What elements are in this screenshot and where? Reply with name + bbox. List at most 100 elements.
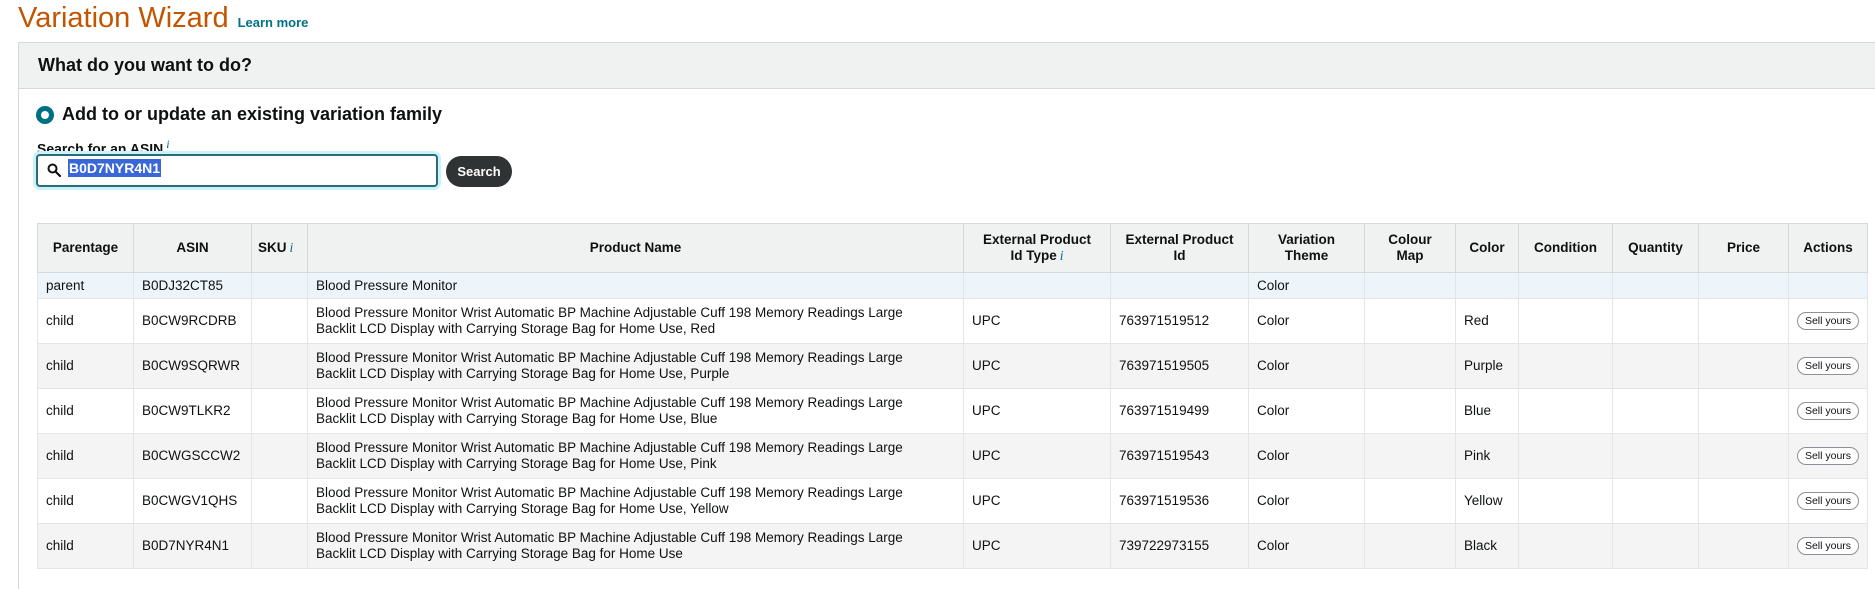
cell-colour-map	[1364, 478, 1456, 524]
cell-asin: B0CW9RCDRB	[133, 298, 252, 344]
cell-condition	[1518, 433, 1613, 479]
cell-external-id-type: UPC	[963, 298, 1111, 344]
cell-external-id-type: UPC	[963, 433, 1111, 479]
cell-external-id: 763971519512	[1110, 298, 1249, 344]
search-button[interactable]: Search	[446, 156, 512, 187]
cell-product-name-line2: Backlit LCD Display with Carrying Storag…	[316, 411, 718, 426]
cell-actions: Sell yours	[1788, 343, 1868, 389]
cell-external-id: 763971519505	[1110, 343, 1249, 389]
cell-product-name-line1: Blood Pressure Monitor Wrist Automatic B…	[316, 395, 903, 410]
cell-color: Blue	[1455, 388, 1519, 434]
cell-product-name-line1: Blood Pressure Monitor Wrist Automatic B…	[316, 440, 903, 455]
sell-yours-button[interactable]: Sell yours	[1796, 357, 1860, 375]
cell-price	[1698, 433, 1789, 479]
cell-external-id: 763971519536	[1110, 478, 1249, 524]
cell-actions: Sell yours	[1788, 478, 1868, 524]
col-sku-label: SKU	[258, 240, 287, 255]
cell-parentage: parent	[37, 272, 134, 299]
cell-asin: B0CWGV1QHS	[133, 478, 252, 524]
cell-external-id: 763971519543	[1110, 433, 1249, 479]
col-ext-type-line1: External Product	[982, 232, 1092, 247]
table-header-row: Parentage ASIN SKU i Product Name Externa…	[37, 223, 1868, 273]
cell-asin: B0CW9TLKR2	[133, 388, 252, 434]
cell-product-name-line2: Backlit LCD Display with Carrying Storag…	[316, 321, 716, 336]
add-update-variation-label[interactable]: Add to or update an existing variation f…	[62, 104, 442, 125]
col-colour-map: Colour Map	[1364, 223, 1456, 273]
add-update-variation-radio[interactable]	[36, 106, 54, 124]
sell-yours-button[interactable]: Sell yours	[1796, 402, 1860, 420]
cell-colour-map	[1364, 523, 1456, 569]
sell-yours-button[interactable]: Sell yours	[1796, 312, 1860, 330]
cell-product-name-line1: Blood Pressure Monitor Wrist Automatic B…	[316, 305, 903, 320]
col-parentage: Parentage	[37, 223, 134, 273]
table-row: child B0D7NYR4N1 Blood Pressure Monitor Wr…	[37, 523, 1868, 569]
variation-table: Parentage ASIN SKU i Product Name Externa…	[37, 223, 1868, 569]
section-question: What do you want to do?	[38, 55, 252, 75]
col-color: Color	[1455, 223, 1519, 273]
col-condition: Condition	[1518, 223, 1613, 273]
search-asin-input[interactable]: B0D7NYR4N1	[68, 159, 428, 182]
col-theme-line1: Variation	[1277, 232, 1336, 247]
page-title: Variation Wizard	[18, 2, 229, 34]
cell-product-name: Blood Pressure Monitor	[307, 272, 964, 299]
cell-external-id: 739722973155	[1110, 523, 1249, 569]
cell-parentage: child	[37, 343, 134, 389]
cell-sku	[251, 343, 308, 389]
cell-parentage: child	[37, 523, 134, 569]
learn-more-link[interactable]: Learn more	[238, 15, 309, 30]
cell-external-id-type	[963, 272, 1111, 299]
table-row: child B0CW9RCDRB Blood Pressure Monitor Wr…	[37, 298, 1868, 344]
col-theme-line2: Theme	[1284, 248, 1329, 263]
cell-product-name: Blood Pressure Monitor Wrist Automatic B…	[307, 388, 964, 434]
col-cmap-line2: Map	[1396, 248, 1424, 263]
cell-condition	[1518, 298, 1613, 344]
info-icon[interactable]: i	[290, 240, 294, 255]
sell-yours-button[interactable]: Sell yours	[1796, 492, 1860, 510]
cell-sku	[251, 298, 308, 344]
cell-sku	[251, 272, 308, 299]
cell-colour-map	[1364, 433, 1456, 479]
cell-quantity	[1612, 272, 1699, 299]
page-header: Variation Wizard Learn more	[18, 2, 308, 42]
cell-variation-theme: Color	[1248, 272, 1365, 299]
info-icon[interactable]: i	[1060, 248, 1064, 263]
cell-colour-map	[1364, 388, 1456, 434]
cell-colour-map	[1364, 343, 1456, 389]
col-product-name: Product Name	[307, 223, 964, 273]
cell-condition	[1518, 523, 1613, 569]
cell-condition	[1518, 343, 1613, 389]
table-row: child B0CWGV1QHS Blood Pressure Monitor Wr…	[37, 478, 1868, 524]
cell-asin: B0CWGSCCW2	[133, 433, 252, 479]
sell-yours-button[interactable]: Sell yours	[1796, 537, 1860, 555]
cell-condition	[1518, 388, 1613, 434]
cell-quantity	[1612, 343, 1699, 389]
col-ext-type-line2: Id Type	[1010, 248, 1057, 263]
cell-product-name-line2: Backlit LCD Display with Carrying Storag…	[316, 456, 717, 471]
cell-price	[1698, 272, 1789, 299]
cell-variation-theme: Color	[1248, 343, 1365, 389]
cell-product-name-line1: Blood Pressure Monitor Wrist Automatic B…	[316, 485, 903, 500]
cell-product-name-line1: Blood Pressure Monitor Wrist Automatic B…	[316, 530, 903, 545]
search-asin-value: B0D7NYR4N1	[68, 159, 162, 177]
cell-product-name-line2: Backlit LCD Display with Carrying Storag…	[316, 366, 730, 381]
cell-product-name-line1: Blood Pressure Monitor Wrist Automatic B…	[316, 350, 903, 365]
cell-product-name-line2: Backlit LCD Display with Carrying Storag…	[316, 546, 683, 561]
col-external-product-id-type: External Product Id Type i	[963, 223, 1111, 273]
cell-quantity	[1612, 433, 1699, 479]
cell-parentage: child	[37, 433, 134, 479]
cell-color	[1455, 272, 1519, 299]
section-header: What do you want to do?	[18, 42, 1875, 89]
cell-color: Black	[1455, 523, 1519, 569]
cell-external-id-type: UPC	[963, 388, 1111, 434]
cell-color: Pink	[1455, 433, 1519, 479]
info-icon[interactable]: i	[166, 137, 169, 151]
col-sku: SKU i	[251, 223, 308, 273]
cell-price	[1698, 478, 1789, 524]
cell-product-name: Blood Pressure Monitor Wrist Automatic B…	[307, 523, 964, 569]
table-row: child B0CW9TLKR2 Blood Pressure Monitor Wr…	[37, 388, 1868, 434]
sell-yours-button[interactable]: Sell yours	[1796, 447, 1860, 465]
col-external-product-id: External Product Id	[1110, 223, 1249, 273]
cell-parentage: child	[37, 298, 134, 344]
search-asin-box[interactable]: B0D7NYR4N1	[36, 154, 438, 187]
cell-quantity	[1612, 478, 1699, 524]
